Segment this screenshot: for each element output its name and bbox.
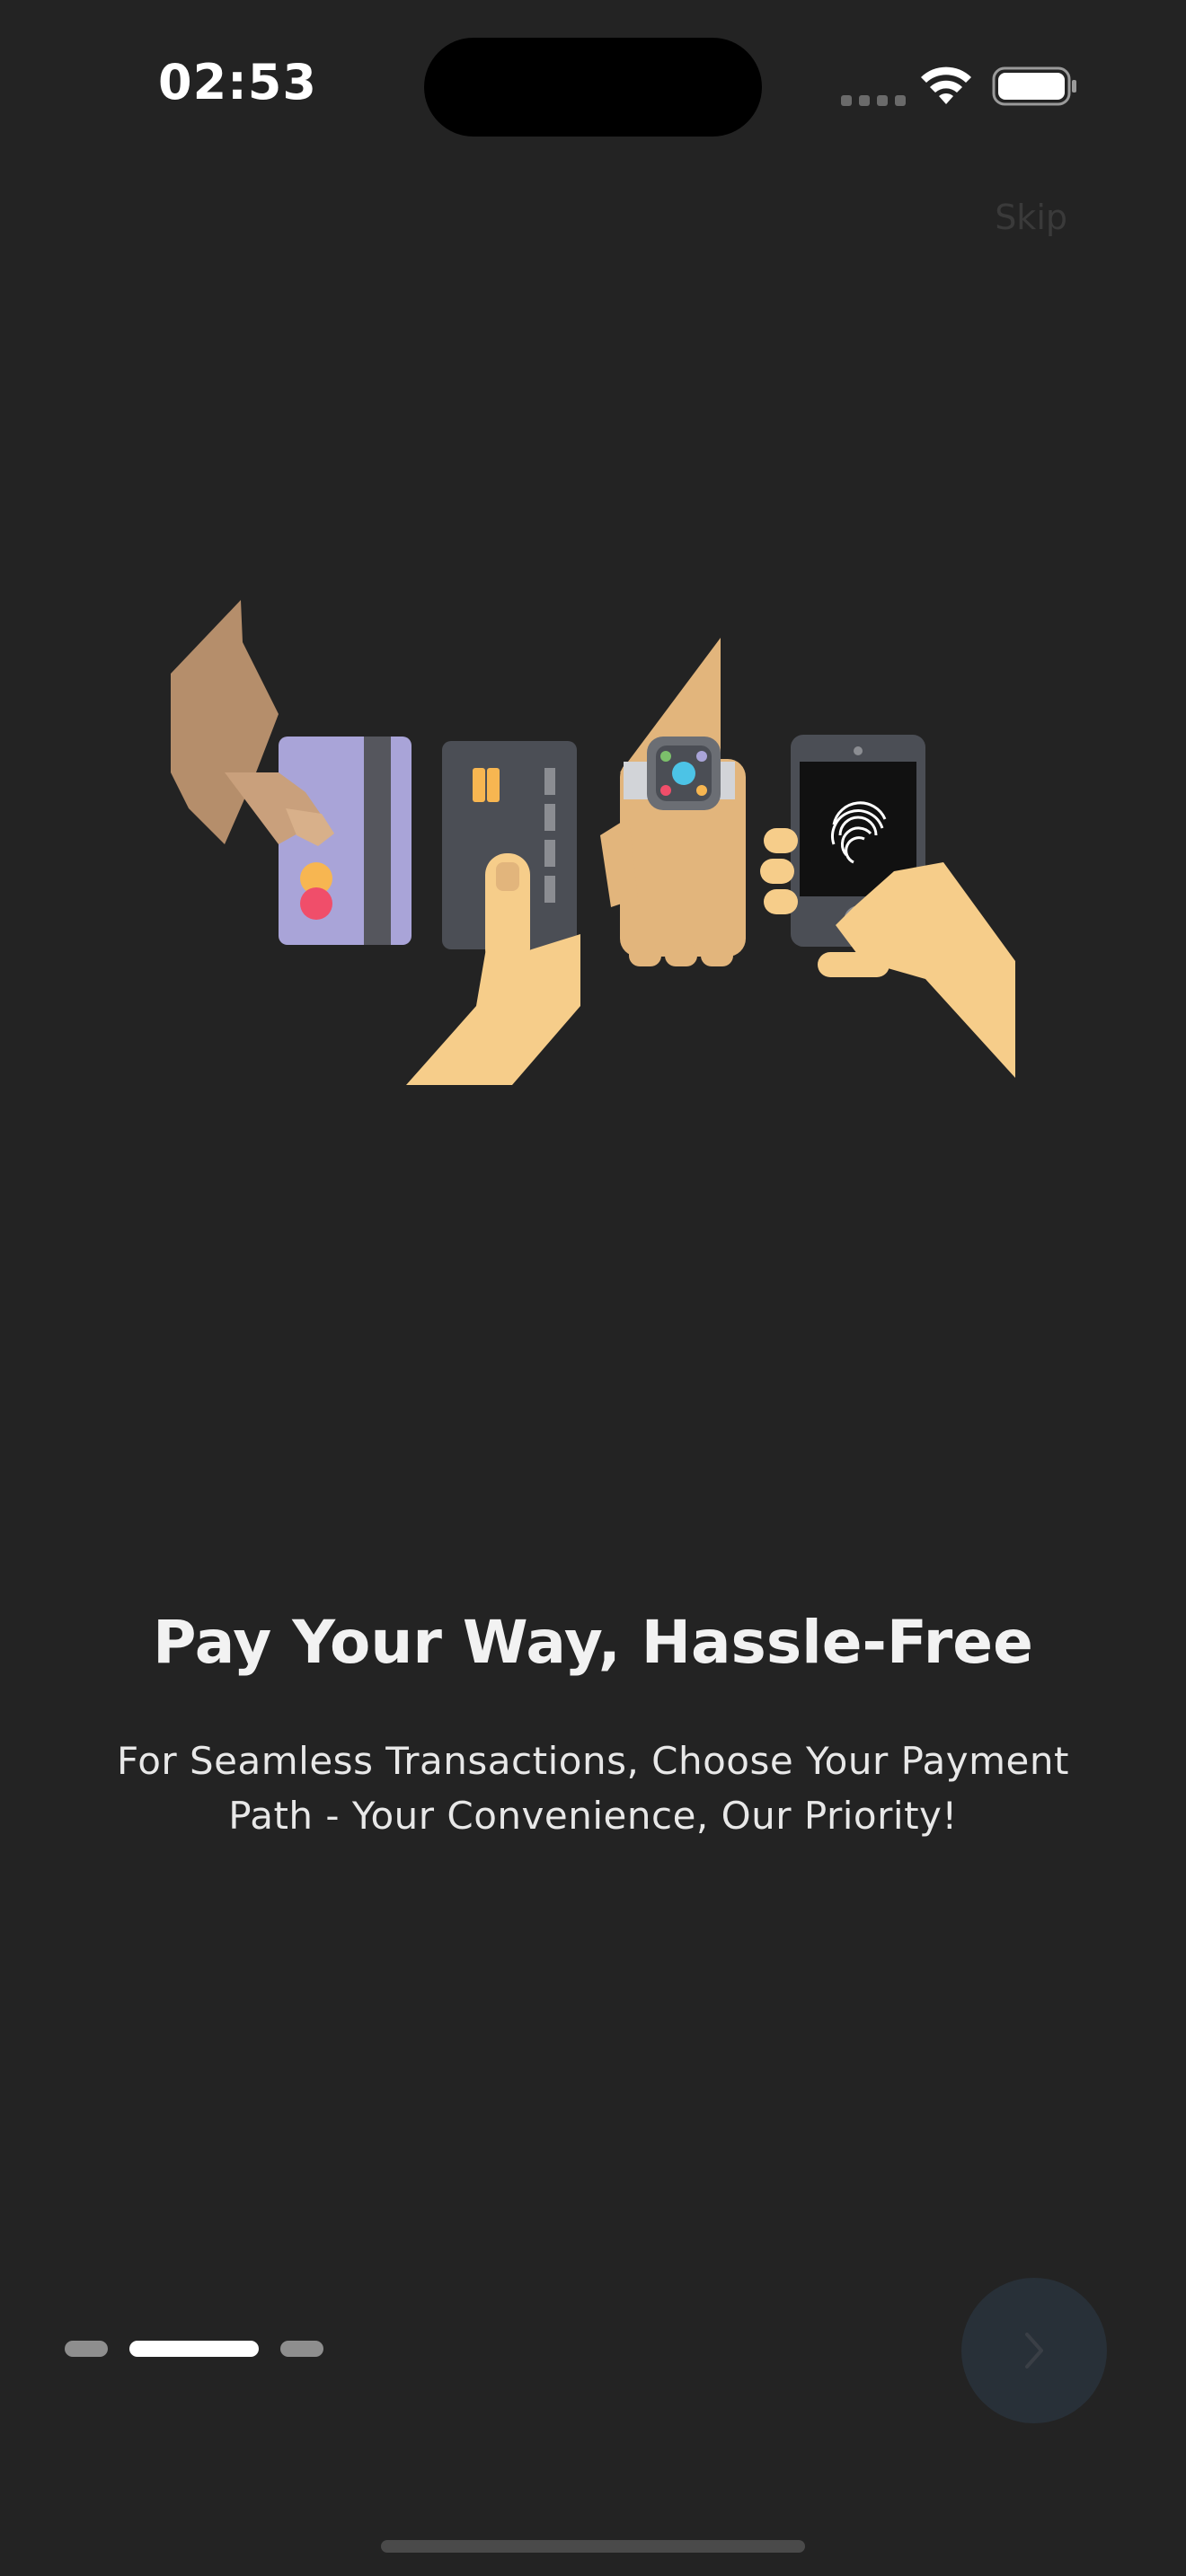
dynamic-island: [424, 38, 762, 137]
wrist-with-smartwatch-illustration: [600, 638, 746, 966]
wifi-icon: [921, 66, 971, 104]
status-time: 02:53: [158, 54, 317, 110]
cellular-signal-icon: [841, 95, 906, 106]
hand-with-smartphone-illustration: [760, 735, 1015, 1078]
next-button[interactable]: [961, 2278, 1107, 2423]
page-dot-3: [280, 2341, 323, 2357]
page-indicator: [65, 2341, 323, 2357]
home-indicator[interactable]: [381, 2540, 805, 2553]
page-dot-1: [65, 2341, 108, 2357]
chevron-right-icon: [1025, 2333, 1043, 2369]
skip-button[interactable]: Skip: [995, 198, 1067, 237]
onboarding-title: Pay Your Way, Hassle-Free: [153, 1608, 1033, 1677]
payment-methods-illustration: [171, 600, 1015, 1085]
hand-tapping-card-illustration: [406, 741, 580, 1085]
page-dot-2-active: [129, 2341, 259, 2357]
onboarding-subtitle: For Seamless Transactions, Choose Your P…: [117, 1739, 1069, 1838]
battery-icon: [992, 66, 1076, 106]
hand-holding-credit-card-illustration: [171, 600, 412, 945]
